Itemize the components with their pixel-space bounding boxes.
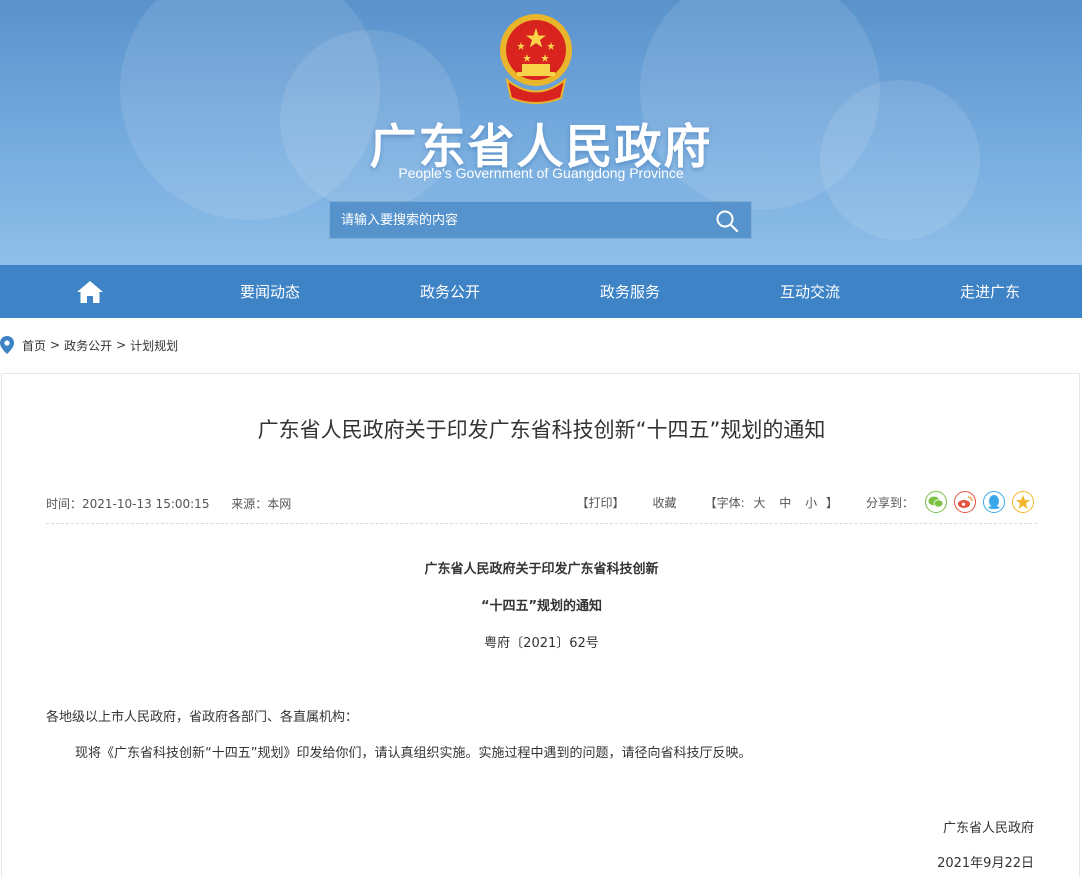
qzone-share-icon[interactable] [1012, 491, 1034, 513]
font-size-label: 【字体: [704, 495, 745, 510]
document-body: 现将《广东省科技创新“十四五”规划》印发给你们，请认真组织实施。实施过程中遇到的… [75, 746, 752, 761]
article-tools: 【打印】 收藏 【字体: 大 中 小 】 分享到： [577, 489, 1034, 515]
breadcrumb-separator: > [50, 338, 61, 352]
qq-share-icon[interactable] [983, 491, 1005, 513]
article-container: 广东省人民政府关于印发广东省科技创新“十四五”规划的通知 时间：2021-10-… [1, 373, 1080, 877]
nav-home[interactable] [0, 265, 180, 318]
font-medium-button[interactable]: 中 [779, 496, 791, 510]
breadcrumb-plans[interactable]: 计划规划 [130, 337, 178, 354]
signature-date: 2021年9月22日 [937, 856, 1034, 871]
wechat-share-icon[interactable] [925, 491, 947, 513]
site-subtitle: People’s Government of Guangdong Provinc… [398, 165, 684, 181]
meta-divider [46, 523, 1037, 524]
article-meta: 时间：2021-10-13 15:00:15 来源：本网 [46, 495, 309, 512]
font-small-button[interactable]: 小 [805, 496, 817, 510]
font-size-close: 】 [825, 495, 838, 510]
weibo-share-icon[interactable] [954, 491, 976, 513]
article-source: 来源：本网 [231, 497, 292, 511]
breadcrumb-separator: > [116, 338, 127, 352]
nav-item-interaction[interactable]: 互动交流 [720, 265, 900, 318]
main-nav: 要闻动态 政务公开 政务服务 互动交流 走进广东 [0, 265, 1082, 318]
site-header: 广东省人民政府 People’s Government of Guangdong… [0, 0, 1082, 265]
breadcrumb-gov-affairs[interactable]: 政务公开 [64, 337, 112, 354]
document-heading-line1: 广东省人民政府关于印发广东省科技创新 [424, 562, 659, 577]
font-large-button[interactable]: 大 [753, 496, 765, 510]
search-input[interactable] [330, 202, 700, 238]
print-button[interactable]: 【打印】 [577, 494, 625, 511]
article-title: 广东省人民政府关于印发广东省科技创新“十四五”规划的通知 [257, 418, 826, 442]
font-size-control: 【字体: 大 中 小 】 [705, 494, 838, 511]
publish-time: 时间：2021-10-13 15:00:15 [46, 497, 210, 511]
location-pin-icon [0, 336, 14, 354]
search-box [329, 201, 752, 239]
national-emblem-icon [500, 14, 572, 104]
nav-item-about[interactable]: 走进广东 [900, 265, 1080, 318]
home-icon [77, 280, 103, 303]
nav-item-news[interactable]: 要闻动态 [180, 265, 360, 318]
search-icon[interactable] [715, 209, 739, 233]
share-label: 分享到： [865, 495, 914, 510]
breadcrumb: 首页 > 政务公开 > 计划规划 [0, 334, 178, 356]
signature-organization: 广东省人民政府 [942, 821, 1034, 836]
nav-item-services[interactable]: 政务服务 [540, 265, 720, 318]
document-heading-line2: “十四五”规划的通知 [480, 599, 603, 614]
breadcrumb-home[interactable]: 首页 [22, 337, 46, 354]
favorite-button[interactable]: 收藏 [653, 494, 677, 511]
document-number: 粤府〔2021〕62号 [484, 636, 599, 651]
document-addressee: 各地级以上市人民政府，省政府各部门、各直属机构： [46, 710, 359, 725]
nav-item-gov-affairs[interactable]: 政务公开 [360, 265, 540, 318]
